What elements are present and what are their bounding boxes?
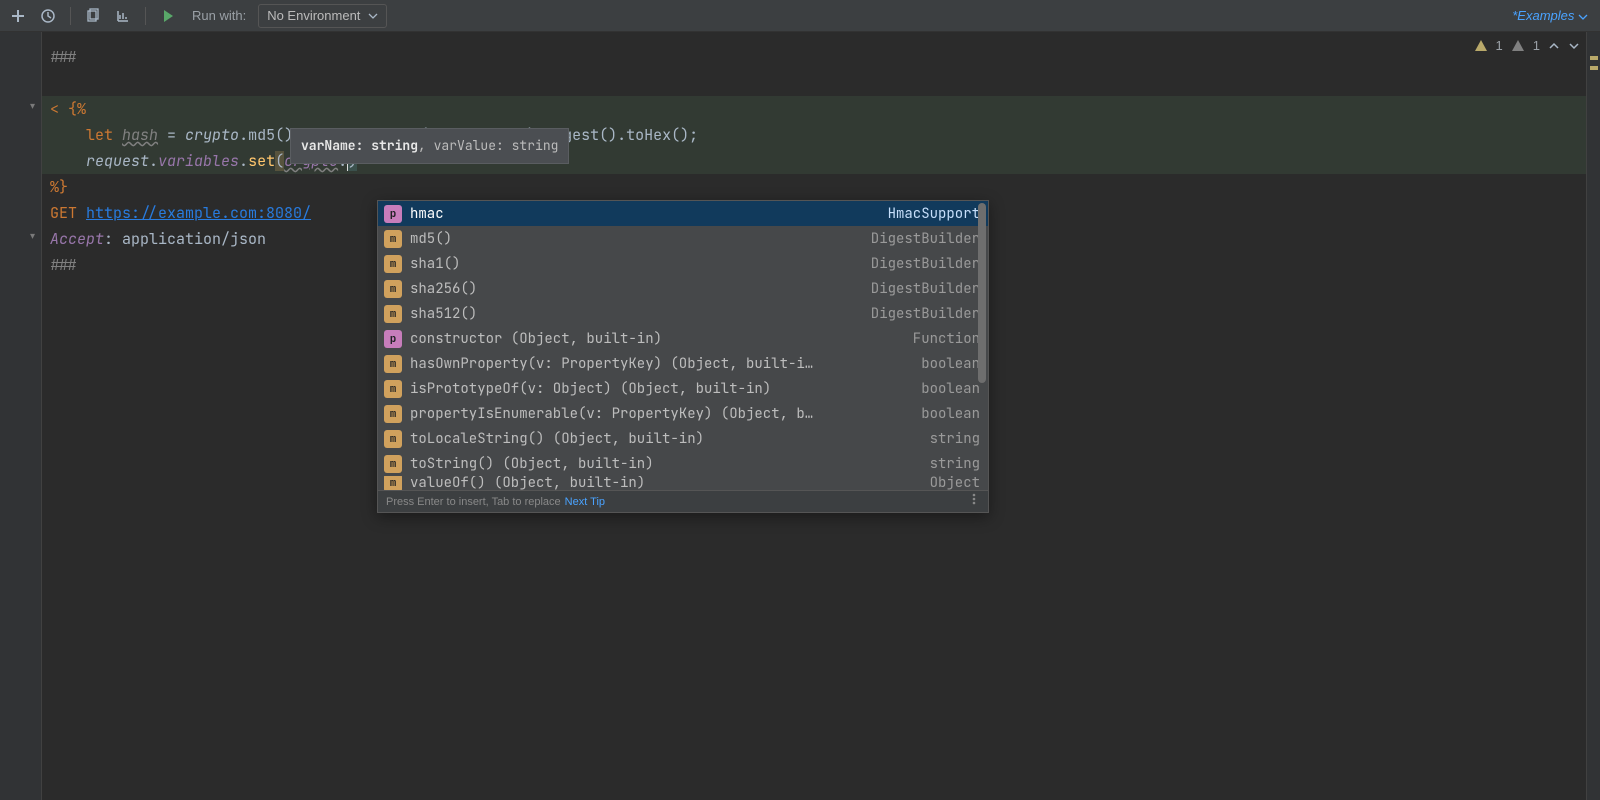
completion-item-name: constructor (Object, built-in)	[410, 326, 903, 352]
property-icon: p	[384, 205, 402, 223]
completion-footer-hint: Press Enter to insert, Tab to replace	[386, 489, 561, 515]
completion-item[interactable]: phmac HmacSupport	[378, 201, 988, 226]
warning-count: 1	[1533, 38, 1540, 53]
completion-item-type: boolean	[921, 351, 980, 377]
error-stripe[interactable]	[1586, 32, 1600, 800]
history-button[interactable]	[36, 4, 60, 28]
completion-item-name: sha1()	[410, 251, 861, 277]
completion-item-name: isPrototypeOf(v: Object) (Object, built-…	[410, 376, 911, 402]
completion-item-name: hmac	[410, 201, 878, 227]
method-icon: m	[384, 305, 402, 323]
completion-item-name: toLocaleString() (Object, built-in)	[410, 426, 920, 452]
parameter-info-tooltip: varName: string, varValue: string	[290, 128, 569, 164]
editor[interactable]: ▾ ▾ ### < {% let hash = crypto.md5().upd…	[0, 32, 1600, 800]
line-text: ###	[50, 47, 77, 67]
method-icon: m	[384, 280, 402, 298]
method-icon: m	[384, 380, 402, 398]
method-icon: m	[384, 230, 402, 248]
separator	[70, 7, 71, 25]
chart-icon	[115, 8, 131, 24]
completion-item[interactable]: m sha256() DigestBuilder	[378, 276, 988, 301]
method-icon: m	[384, 455, 402, 473]
completion-item[interactable]: m toString() (Object, built-in) string	[378, 451, 988, 476]
completion-item[interactable]: m propertyIsEnumerable(v: PropertyKey) (O…	[378, 401, 988, 426]
completion-item-type: boolean	[921, 401, 980, 427]
completion-item-name: hasOwnProperty(v: PropertyKey) (Object, …	[410, 351, 911, 377]
completion-settings-button[interactable]	[968, 489, 980, 515]
next-tip-link[interactable]: Next Tip	[565, 489, 605, 515]
chevron-down-icon[interactable]	[1568, 40, 1580, 52]
kebab-icon	[968, 493, 980, 505]
completion-footer: Press Enter to insert, Tab to replace Ne…	[378, 490, 988, 512]
property-icon: p	[384, 330, 402, 348]
toolbar: Run with: No Environment *Examples	[0, 0, 1600, 32]
completion-item-type: string	[930, 451, 980, 477]
inspection-widget[interactable]: 1 1	[1474, 38, 1580, 53]
completion-item[interactable]: m toLocaleString() (Object, built-in) stri…	[378, 426, 988, 451]
chart-button[interactable]	[111, 4, 135, 28]
completion-item[interactable]: m isPrototypeOf(v: Object) (Object, built…	[378, 376, 988, 401]
line-text: ###	[50, 255, 77, 275]
completion-item-type: string	[930, 426, 980, 452]
completion-popup[interactable]: phmacHmacSupportmmd5()DigestBuildermsha1…	[377, 200, 989, 513]
warning-icon	[1511, 39, 1525, 53]
completion-item-type: DigestBuilder	[871, 276, 980, 302]
completion-item-name: sha512()	[410, 301, 861, 327]
chevron-down-icon	[1578, 12, 1588, 22]
environment-select[interactable]: No Environment	[258, 4, 387, 28]
line-text: %}	[50, 177, 68, 197]
completion-item[interactable]: m sha1() DigestBuilder	[378, 251, 988, 276]
weak-warning-count: 1	[1496, 38, 1503, 53]
completion-item-name: propertyIsEnumerable(v: PropertyKey) (Ob…	[410, 401, 911, 427]
completion-item-type: boolean	[921, 376, 980, 402]
examples-dropdown[interactable]: *Examples	[1512, 8, 1588, 23]
fold-toggle[interactable]: ▾	[30, 232, 40, 242]
chevron-up-icon[interactable]	[1548, 40, 1560, 52]
line-blank	[42, 70, 1586, 96]
line-text: < {%	[50, 99, 86, 119]
add-button[interactable]	[6, 4, 30, 28]
completion-item-type: Function	[913, 326, 980, 352]
marker-warning[interactable]	[1590, 66, 1598, 70]
method-icon: m	[384, 255, 402, 273]
completion-item-type: DigestBuilder	[871, 226, 980, 252]
completion-item[interactable]: m hasOwnProperty(v: PropertyKey) (Object,…	[378, 351, 988, 376]
method-icon: m	[384, 355, 402, 373]
separator	[145, 7, 146, 25]
param-rest: , varValue: string	[418, 137, 558, 154]
plus-icon	[10, 8, 26, 24]
scrollbar-thumb[interactable]	[978, 203, 986, 383]
examples-label: *Examples	[1512, 8, 1574, 23]
copy-icon	[85, 8, 101, 24]
play-icon	[160, 8, 176, 24]
gutter[interactable]: ▾ ▾	[0, 32, 42, 800]
method-icon: m	[384, 430, 402, 448]
completion-item-name: sha256()	[410, 276, 861, 302]
chevron-down-icon	[368, 11, 378, 21]
run-button[interactable]	[156, 4, 180, 28]
marker-warning[interactable]	[1590, 56, 1598, 60]
completion-item-name: toString() (Object, built-in)	[410, 451, 920, 477]
run-with-label: Run with:	[192, 8, 246, 23]
completion-item-type: DigestBuilder	[871, 301, 980, 327]
history-icon	[40, 8, 56, 24]
completion-item-type: HmacSupport	[888, 201, 980, 227]
param-active: varName: string	[301, 137, 418, 154]
fold-toggle[interactable]: ▾	[30, 102, 40, 112]
method-icon: m	[384, 405, 402, 423]
completion-item[interactable]: m md5() DigestBuilder	[378, 226, 988, 251]
environment-select-value: No Environment	[267, 8, 360, 23]
completion-item-name: md5()	[410, 226, 861, 252]
copy-button[interactable]	[81, 4, 105, 28]
completion-item-type: DigestBuilder	[871, 251, 980, 277]
completion-list[interactable]: phmacHmacSupportmmd5()DigestBuildermsha1…	[378, 201, 988, 490]
warning-icon	[1474, 39, 1488, 53]
completion-item[interactable]: m sha512() DigestBuilder	[378, 301, 988, 326]
code-area[interactable]: ### < {% let hash = crypto.md5().updateW…	[42, 32, 1586, 800]
completion-item[interactable]: p constructor (Object, built-in) Function	[378, 326, 988, 351]
